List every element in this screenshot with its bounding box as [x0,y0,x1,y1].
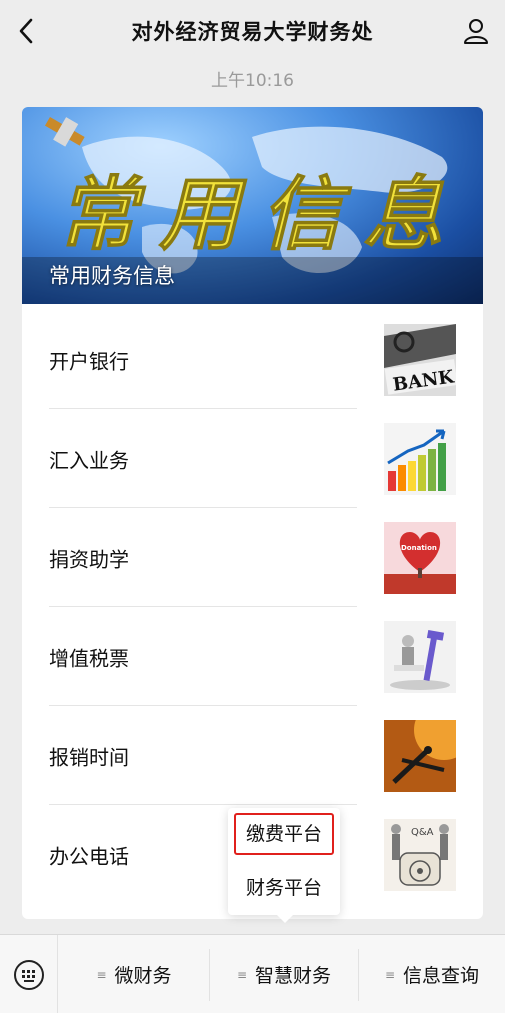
page-title: 对外经济贸易大学财务处 [131,20,374,44]
tab-label: 信息查询 [403,965,480,987]
user-icon [464,19,488,44]
chevron-left-icon [19,18,33,44]
bottom-menu-bar: ≡ 微财务 ≡ 智慧财务 ≡ 信息查询 [0,934,505,1013]
list-item-reimbursement-time[interactable]: 报销时间 [22,706,483,805]
tab-micro-finance[interactable]: ≡ 微财务 [59,935,209,1013]
list-item-label: 办公电话 [49,844,129,868]
keyboard-icon [13,959,44,990]
clock-hands-thumbnail [384,720,456,792]
tab-info-query[interactable]: ≡ 信息查询 [359,935,505,1013]
article-card: 常用信息 常用财务信息 开户银行 BANK 汇入业务 捐资助学 Donation… [22,107,483,919]
bank-thumbnail: BANK [384,324,456,396]
satellite-icon [45,117,85,147]
list-item-vat-invoice[interactable]: 增值税票 [22,607,483,706]
message-timestamp: 上午10:16 [211,71,294,91]
qa-thumb-text: Q&A [411,827,434,838]
donation-thumb-text: Donation [401,544,437,552]
back-button[interactable] [10,14,42,48]
telephone-thumbnail: Q&A [384,819,456,891]
keyboard-toggle-button[interactable] [0,935,58,1013]
list-item-label: 增值税票 [49,646,129,670]
tab-label: 智慧财务 [255,965,332,987]
payment-platform-menu-item[interactable]: 缴费平台 [234,813,334,855]
banner-title: 常用财务信息 [49,264,175,288]
menu-lines-icon: ≡ [384,967,396,982]
list-item-label: 开户银行 [49,349,129,373]
popup-pointer [277,915,293,923]
tab-smart-finance[interactable]: ≡ 智慧财务 [210,935,358,1013]
list-item-donation[interactable]: 捐资助学 Donation [22,508,483,607]
tab-label: 微财务 [114,965,172,987]
profile-button[interactable] [459,13,493,49]
submenu-popup: 缴费平台 财务平台 [228,808,340,915]
list-item-label: 报销时间 [49,745,129,769]
nav-bar: 对外经济贸易大学财务处 [0,0,505,62]
donation-heart-thumbnail: Donation [384,522,456,594]
list-item-label: 汇入业务 [49,448,129,472]
tax-invoice-thumbnail [384,621,456,693]
list-item-opening-bank[interactable]: 开户银行 BANK [22,310,483,409]
menu-lines-icon: ≡ [96,967,107,982]
menu-lines-icon: ≡ [236,967,248,982]
list-item-remittance[interactable]: 汇入业务 [22,409,483,508]
growth-chart-thumbnail [384,423,456,495]
finance-platform-menu-item[interactable]: 财务平台 [228,864,340,914]
article-banner[interactable]: 常用信息 常用财务信息 [22,107,483,304]
banner-art-text: 常用信息 [57,167,465,261]
list-item-label: 捐资助学 [49,547,129,571]
